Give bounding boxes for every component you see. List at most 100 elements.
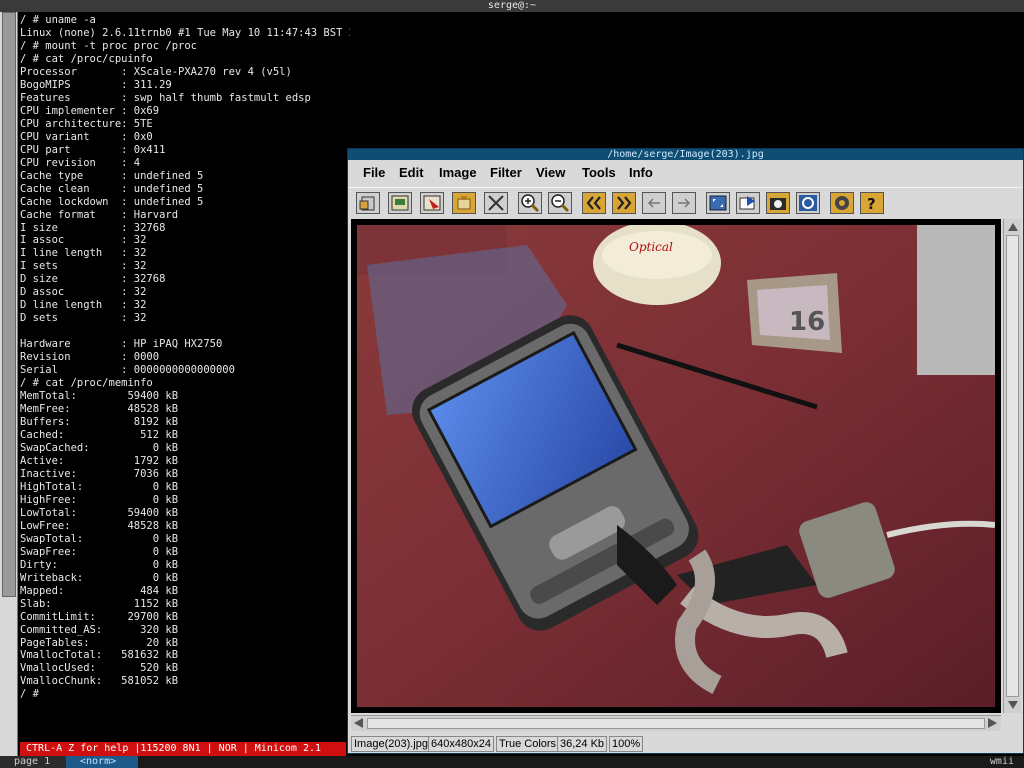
next-image-button[interactable] bbox=[612, 192, 636, 214]
terminal-line: CPU part : 0x411 bbox=[20, 143, 166, 156]
terminal-line: CPU variant : 0x0 bbox=[20, 130, 153, 143]
terminal-line: Slab: 1152 kB bbox=[20, 597, 179, 610]
wm-name: wmii bbox=[989, 756, 1014, 767]
settings-icon bbox=[835, 196, 849, 210]
save-as-button[interactable] bbox=[420, 192, 444, 214]
terminal-line: / # uname -a bbox=[20, 14, 96, 26]
terminal-scrollbar-divider bbox=[17, 12, 18, 756]
terminal-line: VmallocTotal: 581632 kB bbox=[20, 649, 179, 662]
mouse-brand-text: Optical bbox=[629, 240, 673, 254]
terminal-line: MemFree: 48528 kB bbox=[20, 403, 179, 416]
terminal-line: LowFree: 48528 kB bbox=[20, 519, 179, 532]
scroll-up-icon[interactable] bbox=[1008, 223, 1018, 231]
terminal-line: Cache format : Harvard bbox=[20, 208, 179, 221]
terminal-line: / # mount -t proc proc /proc bbox=[20, 39, 198, 52]
status-size: 36,24 Kb bbox=[557, 736, 608, 752]
fit-to-window-button[interactable] bbox=[706, 192, 730, 214]
zoom-out-button[interactable] bbox=[548, 192, 572, 214]
terminal-line: CPU implementer : 0x69 bbox=[20, 104, 160, 117]
menu-view[interactable]: View bbox=[536, 165, 565, 180]
next-image-icon bbox=[617, 196, 632, 210]
save-button[interactable] bbox=[388, 192, 412, 214]
viewer-title-bar[interactable]: /home/serge/Image(203).jpg bbox=[348, 149, 1023, 160]
settings-button[interactable] bbox=[830, 192, 854, 214]
fit-to-window-icon bbox=[709, 195, 727, 211]
scroll-left-icon[interactable] bbox=[354, 718, 363, 728]
wm-page-tag[interactable]: page 1 bbox=[0, 756, 66, 768]
previous-image-icon bbox=[586, 196, 601, 210]
svg-text:?: ? bbox=[867, 195, 876, 213]
terminal-line: BogoMIPS : 311.29 bbox=[20, 78, 172, 91]
status-colors: True Colors bbox=[496, 736, 560, 752]
previous-image-button[interactable] bbox=[582, 192, 606, 214]
menu-file[interactable]: File bbox=[363, 165, 385, 180]
terminal-line: HighFree: 0 kB bbox=[20, 493, 179, 506]
open-button[interactable] bbox=[356, 192, 380, 214]
menu-info[interactable]: Info bbox=[629, 165, 653, 180]
viewer-status-bar: Image(203).jpg 640x480x24 True Colors 36… bbox=[348, 734, 1023, 753]
rotate-button[interactable] bbox=[736, 192, 760, 214]
help-button[interactable]: ? bbox=[860, 192, 884, 214]
terminal-line: Inactive: 7036 kB bbox=[20, 467, 179, 480]
terminal-scrollbar[interactable] bbox=[0, 12, 18, 756]
zoom-in-button[interactable] bbox=[518, 192, 542, 214]
window-title: serge@:~ bbox=[487, 0, 537, 11]
wm-mode-indicator: <norm> bbox=[66, 756, 138, 768]
viewer-horizontal-scrollbar[interactable] bbox=[351, 715, 1001, 731]
terminal-line: Features : swp half thumb fastmult edsp bbox=[20, 91, 311, 104]
terminal-line: Mapped: 484 kB bbox=[20, 584, 179, 597]
refresh-icon bbox=[799, 195, 817, 211]
terminal-line: Cache lockdown : undefined 5 bbox=[20, 195, 204, 208]
terminal-line: Active: 1792 kB bbox=[20, 454, 179, 467]
menu-image[interactable]: Image bbox=[439, 165, 477, 180]
minicom-status-line: CTRL-A Z for help |115200 8N1 | NOR | Mi… bbox=[20, 742, 346, 756]
terminal-line: D line length : 32 bbox=[20, 299, 147, 312]
terminal-line: Serial : 0000000000000000 bbox=[20, 364, 235, 377]
last-page-icon bbox=[678, 198, 691, 208]
terminal-line: I sets : 32 bbox=[20, 260, 147, 273]
terminal-line: SwapCached: 0 kB bbox=[20, 441, 179, 454]
terminal-line: D size : 32768 bbox=[20, 273, 166, 286]
zoom-in-icon bbox=[521, 194, 540, 213]
image-viewer-window[interactable]: /home/serge/Image(203).jpg File Edit Ima… bbox=[347, 148, 1024, 754]
scroll-down-icon[interactable] bbox=[1008, 701, 1018, 709]
terminal-line: / # cat /proc/meminfo bbox=[20, 377, 153, 390]
first-page-button[interactable] bbox=[642, 192, 666, 214]
card-number-text: 16 bbox=[789, 307, 825, 337]
status-dimensions: 640x480x24 bbox=[428, 736, 494, 752]
terminal-line: PageTables: 20 kB bbox=[20, 636, 179, 649]
terminal-line: / # bbox=[20, 688, 39, 701]
terminal-line: I line length : 32 bbox=[20, 247, 147, 260]
vertical-scroll-thumb[interactable] bbox=[1006, 235, 1019, 697]
viewer-menubar: File Edit Image Filter View Tools Info bbox=[348, 161, 1023, 185]
rotate-icon bbox=[739, 196, 755, 210]
image-canvas[interactable]: Optical 16 bbox=[351, 219, 1001, 713]
paste-button[interactable] bbox=[452, 192, 476, 214]
terminal-scrollbar-thumb[interactable] bbox=[2, 12, 16, 597]
status-zoom: 100% bbox=[609, 736, 644, 752]
menu-edit[interactable]: Edit bbox=[399, 165, 424, 180]
viewer-vertical-scrollbar[interactable] bbox=[1003, 219, 1021, 713]
menu-tools[interactable]: Tools bbox=[582, 165, 616, 180]
scroll-right-icon[interactable] bbox=[988, 718, 997, 728]
paste-icon bbox=[457, 196, 471, 210]
terminal-line: I assoc : 32 bbox=[20, 234, 147, 247]
terminal-line: D assoc : 32 bbox=[20, 286, 147, 299]
terminal-line: CommitLimit: 29700 kB bbox=[20, 610, 179, 623]
menu-filter[interactable]: Filter bbox=[490, 165, 522, 180]
window-title-bar: serge@:~ bbox=[0, 0, 1024, 12]
terminal-line: VmallocChunk: 581052 kB bbox=[20, 675, 179, 688]
crop-button[interactable] bbox=[484, 192, 508, 214]
terminal-line: HighTotal: 0 kB bbox=[20, 480, 179, 493]
save-as-icon bbox=[423, 195, 441, 211]
last-page-button[interactable] bbox=[672, 192, 696, 214]
save-icon bbox=[391, 195, 409, 211]
help-icon: ? bbox=[867, 195, 876, 213]
capture-button[interactable] bbox=[766, 192, 790, 214]
refresh-button[interactable] bbox=[796, 192, 820, 214]
terminal-line: Revision : 0000 bbox=[20, 351, 160, 364]
horizontal-scroll-thumb[interactable] bbox=[367, 718, 985, 729]
terminal-output[interactable]: / # uname -a Linux (none) 2.6.11trnb0 #1 … bbox=[20, 14, 350, 701]
terminal-line: SwapFree: 0 kB bbox=[20, 545, 179, 558]
terminal-line: CPU revision : 4 bbox=[20, 156, 141, 169]
